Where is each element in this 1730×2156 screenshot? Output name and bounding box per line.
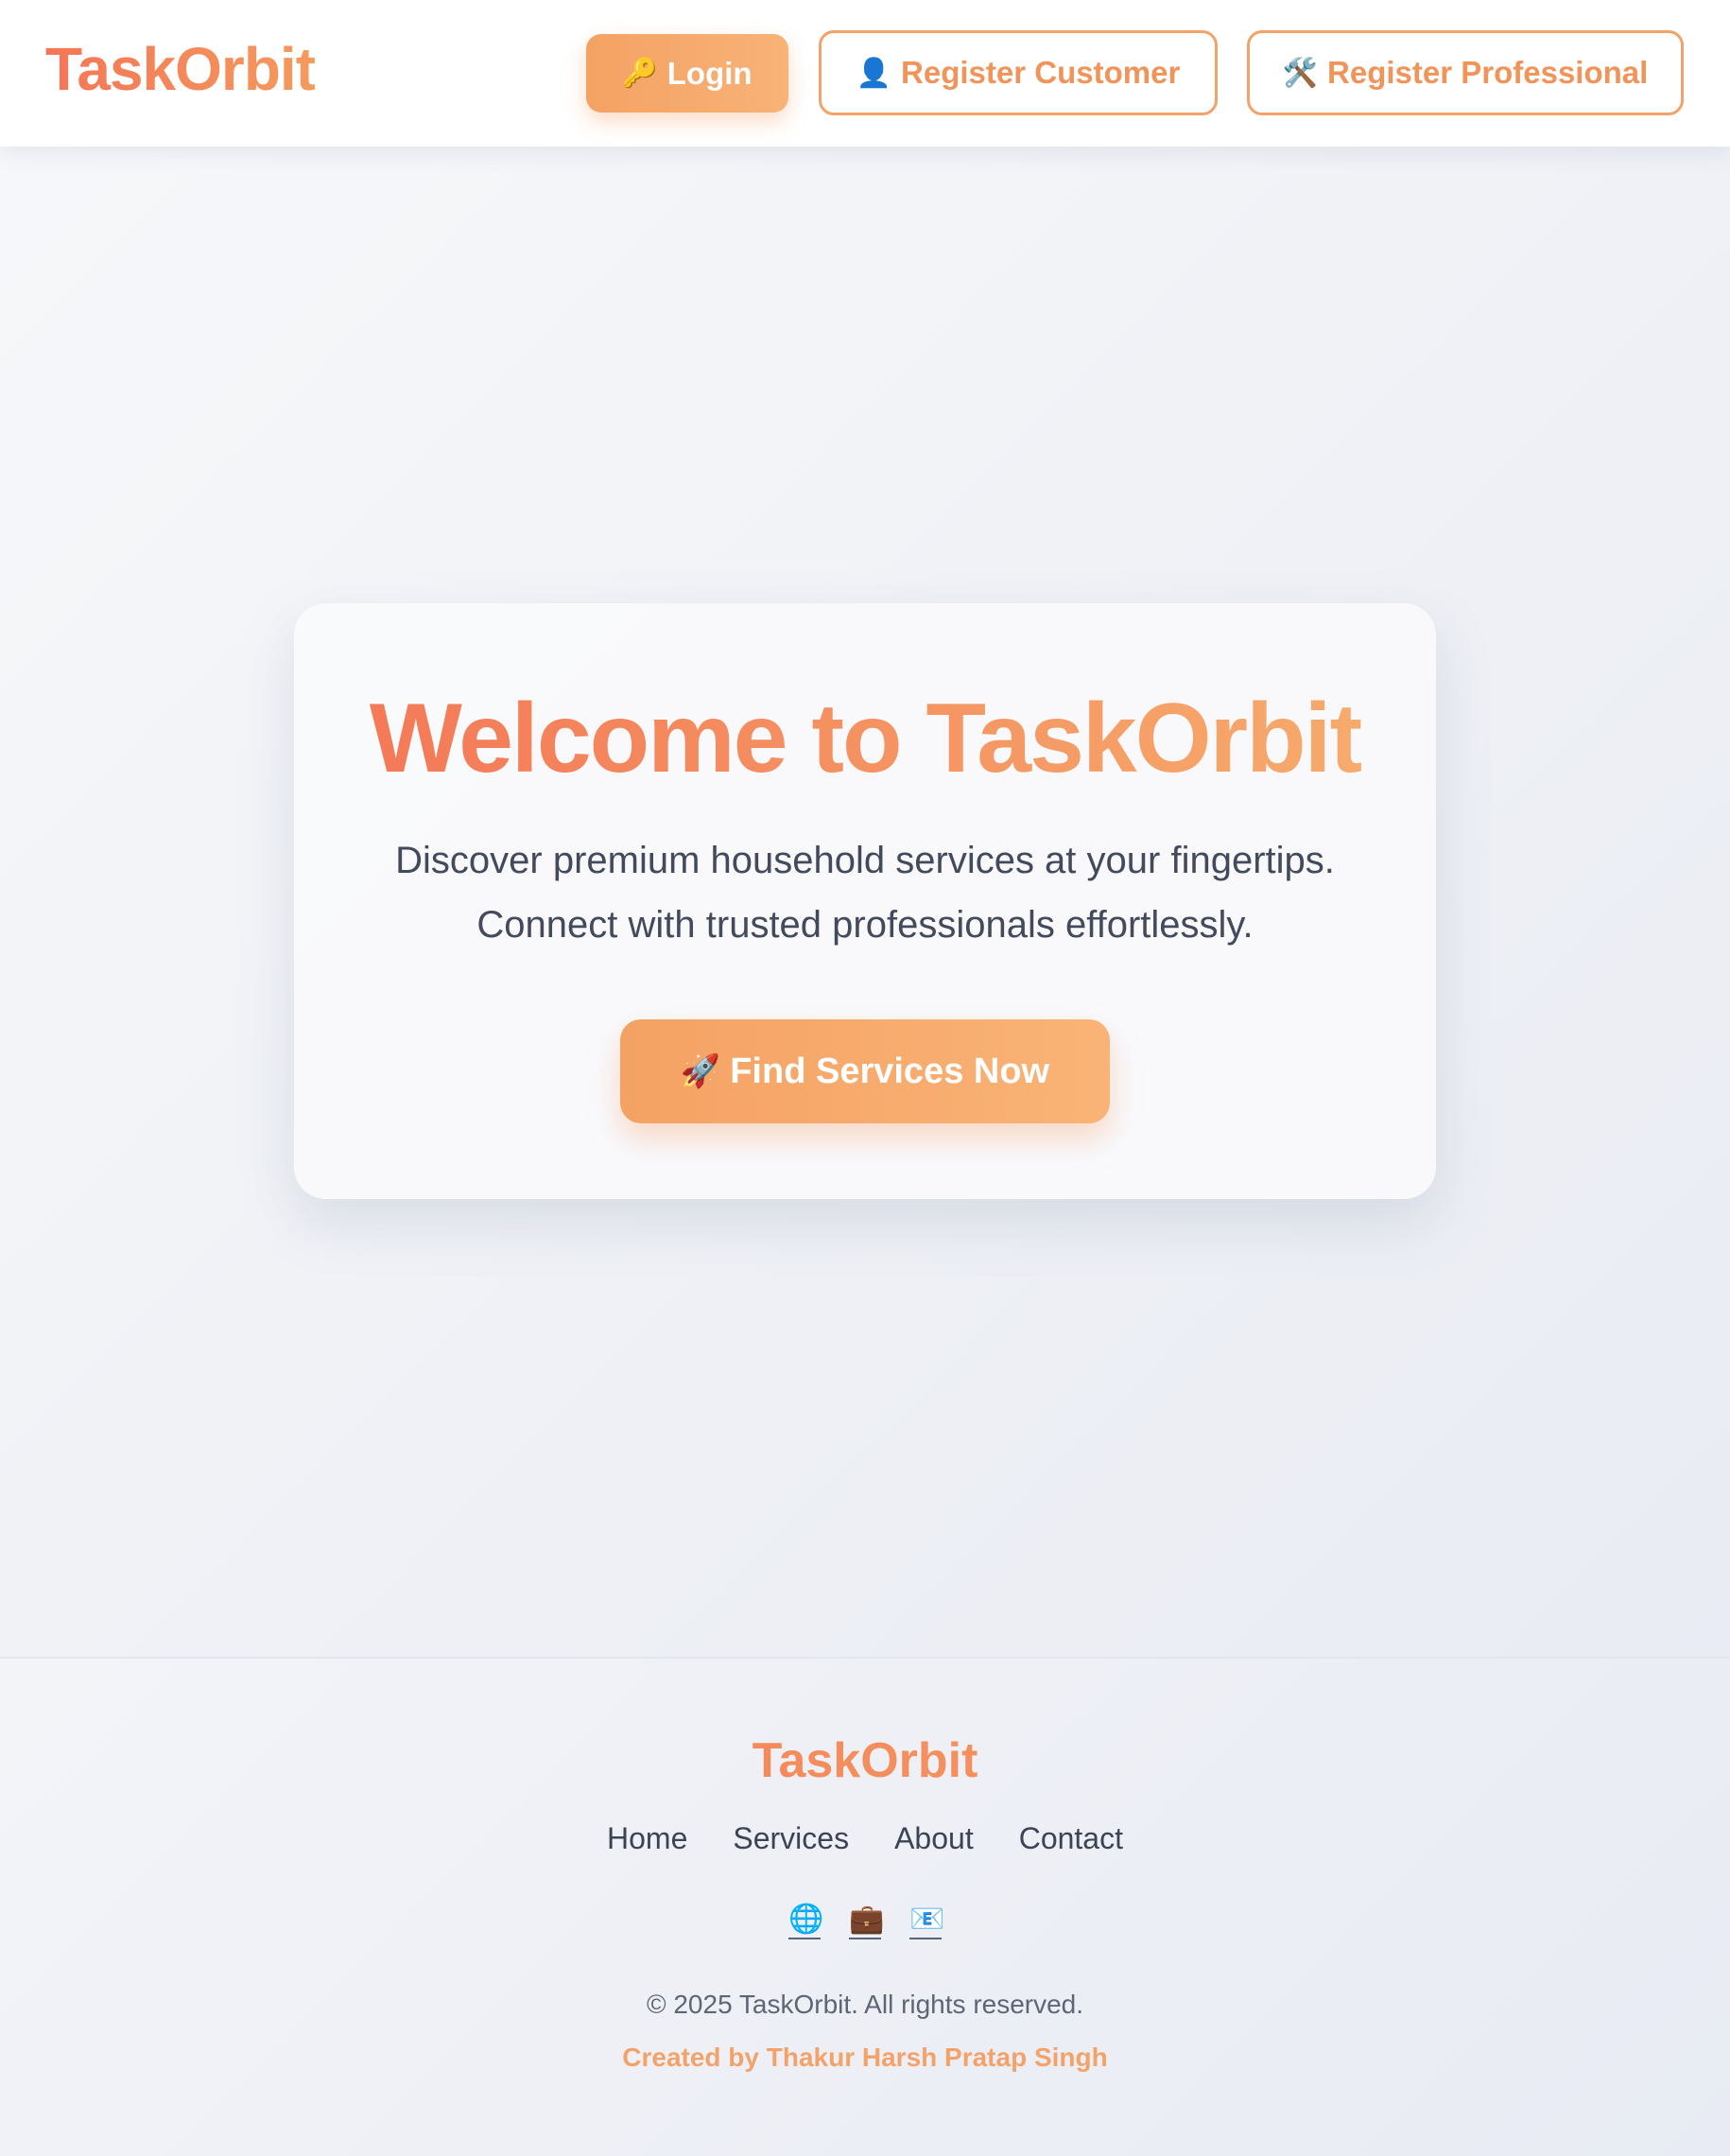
footer-social-links: 🌐 💼 📧 [0,1903,1730,1939]
hero-card: Welcome to TaskOrbit Discover premium ho… [294,603,1436,1199]
key-icon: 🔑 [622,58,658,89]
register-professional-label: Register Professional [1327,55,1649,90]
footer-nav: Home Services About Contact [0,1821,1730,1856]
footer-link-home[interactable]: Home [607,1821,687,1856]
register-professional-button[interactable]: 🛠️ Register Professional [1247,30,1684,115]
find-services-button[interactable]: 🚀 Find Services Now [620,1019,1110,1123]
footer-link-services[interactable]: Services [733,1821,849,1856]
footer-link-about[interactable]: About [894,1821,974,1856]
footer-credit: Created by Thakur Harsh Pratap Singh [622,2043,1108,2072]
login-button[interactable]: 🔑 Login [586,34,788,113]
footer-link-contact[interactable]: Contact [1019,1821,1123,1856]
page-footer: TaskOrbit Home Services About Contact 🌐 … [0,1657,1730,2156]
top-navbar: TaskOrbit 🔑 Login 👤 Register Customer 🛠️… [0,0,1730,147]
hero-subtitle-line-1: Discover premium household services at y… [395,840,1335,881]
briefcase-icon[interactable]: 💼 [849,1903,884,1939]
rocket-icon: 🚀 [680,1053,721,1089]
footer-copyright: © 2025 TaskOrbit. All rights reserved. [646,1990,1084,2019]
register-customer-label: Register Customer [901,55,1181,90]
register-customer-button[interactable]: 👤 Register Customer [819,30,1218,115]
hero-title: Welcome to TaskOrbit [294,683,1436,795]
footer-brand: TaskOrbit [0,1732,1730,1789]
mail-icon[interactable]: 📧 [909,1903,944,1939]
tools-icon: 🛠️ [1282,57,1319,89]
login-button-label: Login [666,55,753,91]
user-icon: 👤 [856,57,892,89]
footer-brand-text: TaskOrbit [752,1733,978,1788]
brand-logo[interactable]: TaskOrbit [45,34,316,104]
hero-subtitle-line-2: Connect with trusted professionals effor… [476,904,1254,946]
hero-subtitle: Discover premium household services at y… [332,828,1398,957]
globe-icon[interactable]: 🌐 [788,1903,823,1939]
find-services-label: Find Services Now [730,1051,1050,1091]
